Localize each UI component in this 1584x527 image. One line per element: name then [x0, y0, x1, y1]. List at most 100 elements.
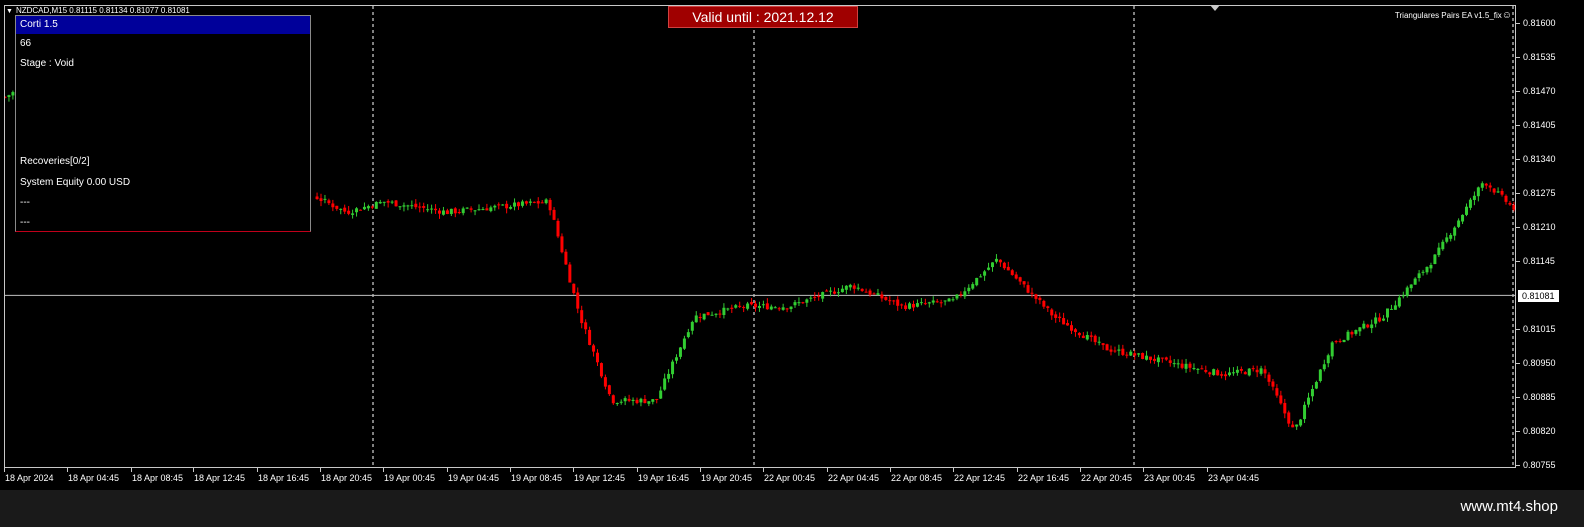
candle-body [426, 209, 430, 211]
price-tick-label: 0.80755 [1523, 460, 1556, 470]
candle-body [441, 210, 445, 215]
candle-body [947, 298, 951, 302]
candle-body [1054, 314, 1058, 318]
smiley-icon[interactable]: ☺ [1502, 10, 1512, 21]
candle-body [702, 313, 706, 320]
candle-body [943, 300, 947, 302]
candle-body [967, 287, 971, 292]
price-tick-mark [1516, 158, 1520, 160]
candle-body [912, 303, 915, 308]
candle-body [1026, 285, 1030, 293]
candle-body [1149, 356, 1152, 360]
candle-body [1018, 277, 1022, 282]
candle-body [998, 259, 1002, 263]
candle-body [343, 207, 347, 212]
candle-body [635, 399, 639, 404]
candle-body [1184, 363, 1188, 369]
candle-body [588, 329, 592, 345]
candle-body [1073, 329, 1077, 333]
candle-body [781, 307, 785, 310]
candle-body [1307, 397, 1310, 405]
candle-body [1374, 317, 1378, 324]
current-price-tag: 0.81081 [1518, 290, 1559, 302]
candle-body [1220, 374, 1224, 376]
candle-body [979, 276, 983, 278]
candle-body [1295, 424, 1299, 427]
price-scale[interactable]: 0.81600 0.81535 0.81470 0.81405 0.81340 0.812… [1516, 5, 1584, 470]
time-scale[interactable]: 18 Apr 2024 18 Apr 04:45 18 Apr 08:45 18 Ap… [4, 468, 1516, 490]
price-tick-mark [1516, 396, 1520, 398]
candle-body [1002, 262, 1006, 269]
candle-body [848, 284, 852, 288]
chart-shift-marker-icon[interactable] [1210, 5, 1220, 11]
symbol-header: ▼ NZDCAD,M15 0.81115 0.81134 0.81077 0.81… [6, 6, 190, 15]
candle-body [793, 302, 797, 306]
candle-body [864, 291, 868, 293]
candle-body [552, 209, 556, 220]
candle-body [453, 208, 457, 214]
candle-body [449, 208, 453, 214]
candle-body [347, 210, 351, 214]
time-tick-mark [1017, 468, 1018, 472]
candle-body [682, 338, 686, 349]
time-tick-label: 18 Apr 04:45 [68, 473, 120, 483]
time-tick-label: 23 Apr 04:45 [1208, 473, 1260, 483]
candle-body [1228, 372, 1231, 376]
candle-body [1437, 247, 1441, 256]
candle-body [1386, 308, 1389, 318]
candle-body [690, 321, 694, 331]
candle-body [1472, 195, 1476, 200]
candle-body [331, 203, 335, 208]
candle-body [378, 201, 382, 204]
candle-body [754, 303, 757, 308]
candle-body [1097, 341, 1101, 343]
candle-body [706, 312, 710, 316]
candle-body [651, 399, 655, 402]
time-tick-mark [763, 468, 764, 472]
time-tick-label: 19 Apr 08:45 [511, 473, 563, 483]
candle-body [477, 209, 481, 211]
candle-body [319, 198, 323, 202]
candle-body [406, 205, 410, 207]
candle-body [362, 206, 366, 210]
candle-body [1129, 351, 1133, 356]
time-tick-mark [700, 468, 701, 472]
candle-body [801, 302, 805, 304]
candle-body [840, 288, 844, 293]
candle-body [1449, 234, 1453, 239]
candle-body [430, 208, 434, 210]
time-tick-label: 22 Apr 12:45 [954, 473, 1006, 483]
candle-body [904, 305, 908, 310]
candle-body [1251, 368, 1255, 370]
candle-body [1413, 278, 1417, 285]
candle-body [1022, 281, 1026, 285]
candle-body [655, 399, 659, 401]
candle-body [1271, 381, 1275, 387]
time-tick-label: 18 Apr 12:45 [194, 473, 246, 483]
candle-body [722, 307, 726, 315]
candle-body [323, 198, 327, 200]
dropdown-triangle-icon[interactable]: ▼ [6, 8, 13, 15]
candle-body [1010, 270, 1014, 275]
candle-body [789, 306, 793, 310]
time-tick-mark [193, 468, 194, 472]
candle-body [603, 377, 607, 387]
candle-body [355, 208, 359, 213]
candle-body [623, 398, 627, 402]
candle-body [750, 302, 754, 305]
price-tick-label: 0.80820 [1523, 425, 1556, 436]
candle-body [386, 201, 390, 203]
candle-body [596, 352, 599, 363]
candle-body [1105, 344, 1109, 351]
candle-body [5, 96, 7, 98]
time-tick-mark [1080, 468, 1081, 472]
symbol-quote: NZDCAD,M15 0.81115 0.81134 0.81077 0.810… [15, 6, 190, 15]
candle-body [773, 307, 777, 309]
candle-body [1200, 368, 1204, 370]
time-tick-label: 23 Apr 00:45 [1144, 473, 1196, 483]
candle-body [1299, 419, 1303, 426]
candle-body [485, 208, 489, 211]
price-tick-label: 0.81340 [1523, 153, 1556, 164]
candle-body [1172, 363, 1176, 365]
candle-body [1350, 332, 1354, 335]
